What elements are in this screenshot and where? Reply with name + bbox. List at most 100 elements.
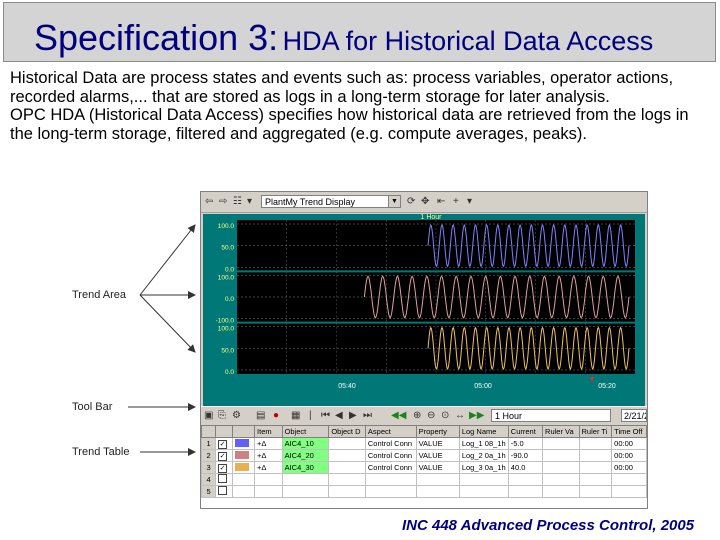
nav-icon[interactable]: ✥ xyxy=(421,195,429,208)
top-toolbar: ⇦ ⇨ ☷ ▾ PlantMy Trend Display ▼ ⟳ ✥ ⇤ + … xyxy=(201,192,647,213)
cell-aspect: Control Conn xyxy=(364,449,417,462)
tree-icon[interactable]: ☷ xyxy=(233,195,242,208)
scroll-right-icon[interactable]: ▶▶ xyxy=(469,409,484,422)
cell-object-d xyxy=(328,449,366,462)
callout-trend-area: Trend Area xyxy=(72,289,127,301)
trend-area[interactable]: 1 Hour 100.0 50.0 0.0 100.0 0.0 -100.0 100.0 50.… xyxy=(203,214,645,406)
cell-object[interactable] xyxy=(281,485,330,498)
time-range-value: 1 Hour xyxy=(495,411,523,421)
cell-time-off: 00:00 xyxy=(611,437,647,450)
last-icon[interactable]: ⏭ xyxy=(363,409,372,422)
row-checkbox[interactable] xyxy=(218,474,228,483)
cell-current: -90.0 xyxy=(507,449,544,462)
arrow-trend-area-1 xyxy=(139,224,196,296)
row-checkbox[interactable] xyxy=(218,486,228,495)
zoom-in-icon[interactable]: ⊕ xyxy=(413,409,421,422)
series-color-swatch[interactable] xyxy=(234,486,249,495)
cell-object[interactable]: AIC4_10 xyxy=(281,437,330,450)
add-icon[interactable]: + xyxy=(453,195,459,208)
slide-title: Specification 3: HDA for Historical Data… xyxy=(34,17,653,59)
cell-check[interactable]: ✓ xyxy=(215,449,233,462)
cell-check[interactable] xyxy=(215,473,233,486)
table-icon[interactable]: ▤ xyxy=(256,409,265,422)
cell-check[interactable]: ✓ xyxy=(215,461,233,474)
cell-rownum: 2 xyxy=(201,449,217,462)
row-checkbox[interactable]: ✓ xyxy=(218,463,228,473)
play-icon[interactable]: ▶ xyxy=(349,409,357,422)
trend-display-select[interactable]: PlantMy Trend Display ▼ xyxy=(261,195,401,208)
time-range-select[interactable]: 1 Hour xyxy=(491,409,611,422)
y-tick-label: 0.0 xyxy=(225,296,234,303)
save-icon[interactable]: ▣ xyxy=(204,409,213,422)
ruler-icon[interactable]: ↔ xyxy=(455,409,465,422)
more-icon[interactable]: ▾ xyxy=(467,195,472,208)
callout-tool-bar: Tool Bar xyxy=(72,401,113,413)
grid-icon[interactable]: ▦ xyxy=(291,409,300,422)
callout-trend-table: Trend Table xyxy=(72,446,130,458)
cell-check[interactable]: ✓ xyxy=(215,437,233,450)
chevron-down-icon[interactable]: ▼ xyxy=(388,196,400,207)
series-color-swatch[interactable] xyxy=(234,438,249,447)
time-off-value: 00:00 xyxy=(614,439,633,448)
navigate-back-icon[interactable]: ⇤ xyxy=(437,195,445,208)
cell-aspect: Control Conn xyxy=(364,437,417,450)
cell-property xyxy=(415,485,460,498)
cell-object[interactable] xyxy=(281,473,330,486)
dropdown-arrow-icon[interactable]: ▾ xyxy=(247,195,252,208)
end-time-field[interactable]: 2/21/2 xyxy=(621,409,647,422)
series-color-swatch[interactable] xyxy=(234,462,249,471)
table-row[interactable]: 5 xyxy=(201,485,647,498)
col-header-num xyxy=(201,425,217,438)
row-checkbox[interactable]: ✓ xyxy=(218,439,228,449)
cell-time-off xyxy=(611,473,647,486)
col-header-ruler-ti[interactable]: Ruler Ti xyxy=(578,425,613,438)
series-color-swatch[interactable] xyxy=(234,474,249,483)
end-time-value: 2/21/2 xyxy=(624,411,647,421)
x-tick-label: 05:00 xyxy=(474,383,492,390)
col-header-log-name[interactable]: Log Name xyxy=(458,425,509,438)
cell-item xyxy=(254,473,283,486)
prev-icon[interactable]: ◀ xyxy=(335,409,343,422)
cell-log-name: Log_1 08_1h xyxy=(458,437,509,450)
table-row[interactable]: 3 ✓ +Δ AIC4_30 Control Conn VALUE Log_3 0a_1h 4… xyxy=(201,461,647,474)
col-header-object[interactable]: Object xyxy=(281,425,330,438)
refresh-icon[interactable]: ⟳ xyxy=(407,195,415,208)
cell-ruler-ti xyxy=(578,473,613,486)
col-header-object-d[interactable]: Object D xyxy=(328,425,366,438)
aspect-value: Control Conn xyxy=(367,451,413,460)
stop-icon[interactable]: ● xyxy=(273,409,279,422)
table-row[interactable]: 2 ✓ +Δ AIC4_20 Control Conn VALUE Log_2 0a_1h -… xyxy=(201,449,647,462)
zoom-fit-icon[interactable]: ⊙ xyxy=(441,409,449,422)
cell-object[interactable]: AIC4_30 xyxy=(281,461,330,474)
first-icon[interactable]: ⏮ xyxy=(321,409,330,422)
col-header-current[interactable]: Current xyxy=(507,425,544,438)
col-header-item[interactable]: Item xyxy=(254,425,283,438)
settings-icon[interactable]: ⚙ xyxy=(232,409,241,422)
table-row[interactable]: 1 ✓ +Δ AIC4_10 Control Conn VALUE Log_1 08_1h -… xyxy=(201,437,647,450)
copy-icon[interactable]: ⎘ xyxy=(218,409,226,422)
forward-icon[interactable]: ⇨ xyxy=(219,195,227,208)
cell-check[interactable] xyxy=(215,485,233,498)
row-checkbox[interactable]: ✓ xyxy=(218,451,228,461)
col-header-time-off[interactable]: Time Off xyxy=(611,425,647,438)
scroll-left-icon[interactable]: ◀◀ xyxy=(391,409,406,422)
y-tick-label: -100.0 xyxy=(216,318,235,325)
col-header-ruler-va[interactable]: Ruler Va xyxy=(542,425,580,438)
cell-color xyxy=(231,473,256,486)
ruler-marker[interactable] xyxy=(590,377,594,382)
cell-ruler-ti xyxy=(578,461,613,474)
zoom-out-icon[interactable]: ⊖ xyxy=(427,409,435,422)
object-value: AIC4_10 xyxy=(284,439,314,448)
cell-rownum: 3 xyxy=(201,461,217,474)
cell-item xyxy=(254,485,283,498)
cell-ruler-va xyxy=(542,485,580,498)
cell-object-d xyxy=(328,461,366,474)
cell-object[interactable]: AIC4_20 xyxy=(281,449,330,462)
series-color-swatch[interactable] xyxy=(234,450,249,459)
col-header-aspect[interactable]: Aspect xyxy=(364,425,417,438)
current-value: -90.0 xyxy=(510,451,528,460)
col-header-property[interactable]: Property xyxy=(415,425,460,438)
back-icon[interactable]: ⇦ xyxy=(205,195,213,208)
cell-time-off: 00:00 xyxy=(611,449,647,462)
table-row[interactable]: 4 xyxy=(201,473,647,486)
